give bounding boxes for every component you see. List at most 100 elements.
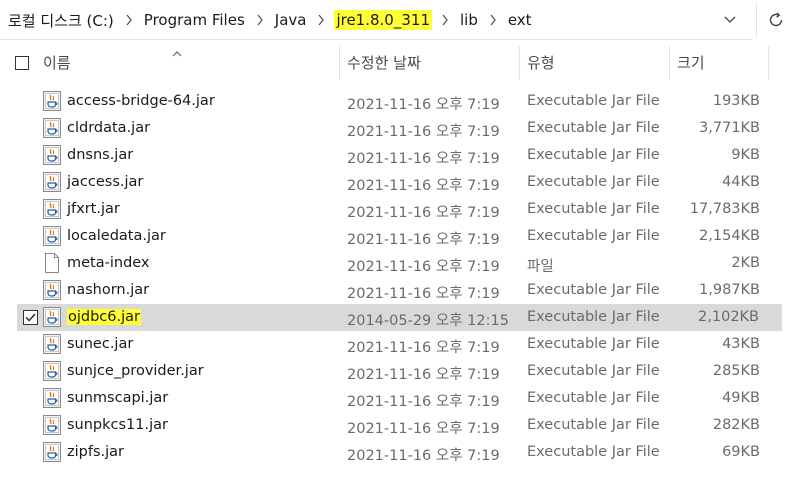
breadcrumb-item-jre[interactable]: jre1.8.0_311	[334, 10, 432, 30]
jar-icon	[43, 415, 61, 435]
file-type: 파일	[527, 259, 554, 275]
file-name[interactable]: jfxrt.jar	[67, 201, 120, 217]
file-row[interactable]: localedata.jar 2021-11-16 오후 7:19 Executab…	[0, 223, 800, 250]
file-row[interactable]: ojdbc6.jar 2014-05-29 오후 12:15 Executable …	[17, 304, 782, 331]
file-row[interactable]: nashorn.jar 2021-11-16 오후 7:19 Executable …	[0, 277, 800, 304]
select-all-checkbox[interactable]	[15, 56, 29, 70]
address-bar[interactable]: 로컬 디스크 (C:) Program Files Java jre1.8.0_…	[0, 0, 752, 40]
file-size: 43KB	[722, 336, 760, 352]
file-name[interactable]: access-bridge-64.jar	[67, 93, 215, 109]
file-type: Executable Jar File	[527, 228, 660, 244]
chevron-right-icon[interactable]	[432, 13, 458, 28]
file-type: Executable Jar File	[527, 309, 660, 325]
file-size: 285KB	[712, 363, 760, 379]
file-type: Executable Jar File	[527, 336, 660, 352]
breadcrumb-item-ext[interactable]: ext	[506, 10, 534, 30]
file-name[interactable]: sunjce_provider.jar	[67, 363, 204, 379]
file-date: 2021-11-16 오후 7:19	[347, 178, 500, 194]
file-size: 282KB	[712, 417, 760, 433]
column-divider[interactable]	[339, 46, 340, 80]
jar-icon	[43, 280, 61, 300]
file-type: Executable Jar File	[527, 174, 660, 190]
column-header-date[interactable]: 수정한 날짜	[347, 52, 421, 73]
chevron-right-icon[interactable]	[247, 13, 273, 28]
file-row[interactable]: jfxrt.jar 2021-11-16 오후 7:19 Executable Ja…	[0, 196, 800, 223]
file-size: 17,783KB	[689, 201, 760, 217]
jar-icon	[43, 361, 61, 381]
file-date: 2021-11-16 오후 7:19	[347, 448, 500, 464]
file-row[interactable]: zipfs.jar 2021-11-16 오후 7:19 Executable Ja…	[0, 439, 800, 466]
file-name[interactable]: dnsns.jar	[67, 147, 133, 163]
file-size: 49KB	[722, 390, 760, 406]
file-size: 193KB	[712, 93, 760, 109]
file-name[interactable]: sunec.jar	[67, 336, 133, 352]
file-name[interactable]: jaccess.jar	[67, 174, 143, 190]
jar-icon	[43, 226, 61, 246]
file-icon	[43, 253, 61, 273]
file-type: Executable Jar File	[527, 147, 660, 163]
file-name[interactable]: zipfs.jar	[67, 444, 124, 460]
file-name[interactable]: sunpkcs11.jar	[67, 417, 168, 433]
file-row[interactable]: access-bridge-64.jar 2021-11-16 오후 7:19 Ex…	[0, 88, 800, 115]
file-size: 2,154KB	[699, 228, 760, 244]
file-size: 2,102KB	[698, 309, 759, 325]
breadcrumb-item-lib[interactable]: lib	[458, 10, 480, 30]
file-row[interactable]: sunjce_provider.jar 2021-11-16 오후 7:19 Exe…	[0, 358, 800, 385]
chevron-right-icon[interactable]	[308, 13, 334, 28]
file-date: 2021-11-16 오후 7:19	[347, 367, 500, 383]
jar-icon	[43, 307, 61, 327]
sort-ascending-icon	[172, 42, 182, 61]
file-name[interactable]: localedata.jar	[67, 228, 166, 244]
column-divider[interactable]	[519, 46, 520, 80]
file-name[interactable]: nashorn.jar	[67, 282, 149, 298]
file-row[interactable]: sunmscapi.jar 2021-11-16 오후 7:19 Executabl…	[0, 385, 800, 412]
file-size: 69KB	[722, 444, 760, 460]
file-name[interactable]: cldrdata.jar	[67, 120, 150, 136]
column-header-size[interactable]: 크기	[677, 52, 705, 73]
file-date: 2021-11-16 오후 7:19	[347, 124, 500, 140]
refresh-button[interactable]	[756, 2, 795, 38]
chevron-right-icon[interactable]	[116, 13, 142, 28]
file-size: 1,987KB	[699, 282, 760, 298]
jar-icon	[43, 388, 61, 408]
file-row[interactable]: sunpkcs11.jar 2021-11-16 오후 7:19 Executabl…	[0, 412, 800, 439]
file-date: 2021-11-16 오후 7:19	[347, 286, 500, 302]
file-type: Executable Jar File	[527, 444, 660, 460]
file-type: Executable Jar File	[527, 201, 660, 217]
file-size: 2KB	[731, 255, 760, 271]
file-row[interactable]: cldrdata.jar 2021-11-16 오후 7:19 Executable…	[0, 115, 800, 142]
column-divider[interactable]	[669, 46, 670, 80]
file-date: 2021-11-16 오후 7:19	[347, 340, 500, 356]
column-divider[interactable]	[768, 46, 769, 80]
jar-icon	[43, 334, 61, 354]
jar-icon	[43, 145, 61, 165]
file-type: Executable Jar File	[527, 120, 660, 136]
file-name[interactable]: sunmscapi.jar	[67, 390, 168, 406]
breadcrumb-item-local-disk[interactable]: 로컬 디스크 (C:)	[6, 9, 116, 32]
file-row[interactable]: meta-index 2021-11-16 오후 7:19 파일 2KB	[0, 250, 800, 277]
column-header-type[interactable]: 유형	[527, 52, 555, 73]
file-type: Executable Jar File	[527, 363, 660, 379]
file-type: Executable Jar File	[527, 282, 660, 298]
file-row[interactable]: dnsns.jar 2021-11-16 오후 7:19 Executable Ja…	[0, 142, 800, 169]
column-header-name[interactable]: 이름	[43, 52, 71, 73]
address-history-dropdown[interactable]	[718, 10, 742, 30]
file-date: 2021-11-16 오후 7:19	[347, 151, 500, 167]
breadcrumb-item-program-files[interactable]: Program Files	[142, 10, 247, 30]
file-date: 2021-11-16 오후 7:19	[347, 421, 500, 437]
file-row[interactable]: sunec.jar 2021-11-16 오후 7:19 Executable Ja…	[0, 331, 800, 358]
file-date: 2021-11-16 오후 7:19	[347, 259, 500, 275]
chevron-right-icon[interactable]	[480, 13, 506, 28]
breadcrumb-item-java[interactable]: Java	[273, 10, 309, 30]
file-name[interactable]: ojdbc6.jar	[67, 309, 141, 325]
file-row[interactable]: jaccess.jar 2021-11-16 오후 7:19 Executable …	[0, 169, 800, 196]
jar-icon	[43, 91, 61, 111]
file-size: 44KB	[722, 174, 760, 190]
file-list: access-bridge-64.jar 2021-11-16 오후 7:19 Ex…	[0, 88, 800, 466]
breadcrumb: 로컬 디스크 (C:) Program Files Java jre1.8.0_…	[0, 0, 534, 40]
row-checkbox[interactable]	[23, 310, 38, 325]
chevron-down-icon	[724, 16, 736, 23]
jar-icon	[43, 199, 61, 219]
file-name[interactable]: meta-index	[67, 255, 150, 271]
file-date: 2021-11-16 오후 7:19	[347, 205, 500, 221]
